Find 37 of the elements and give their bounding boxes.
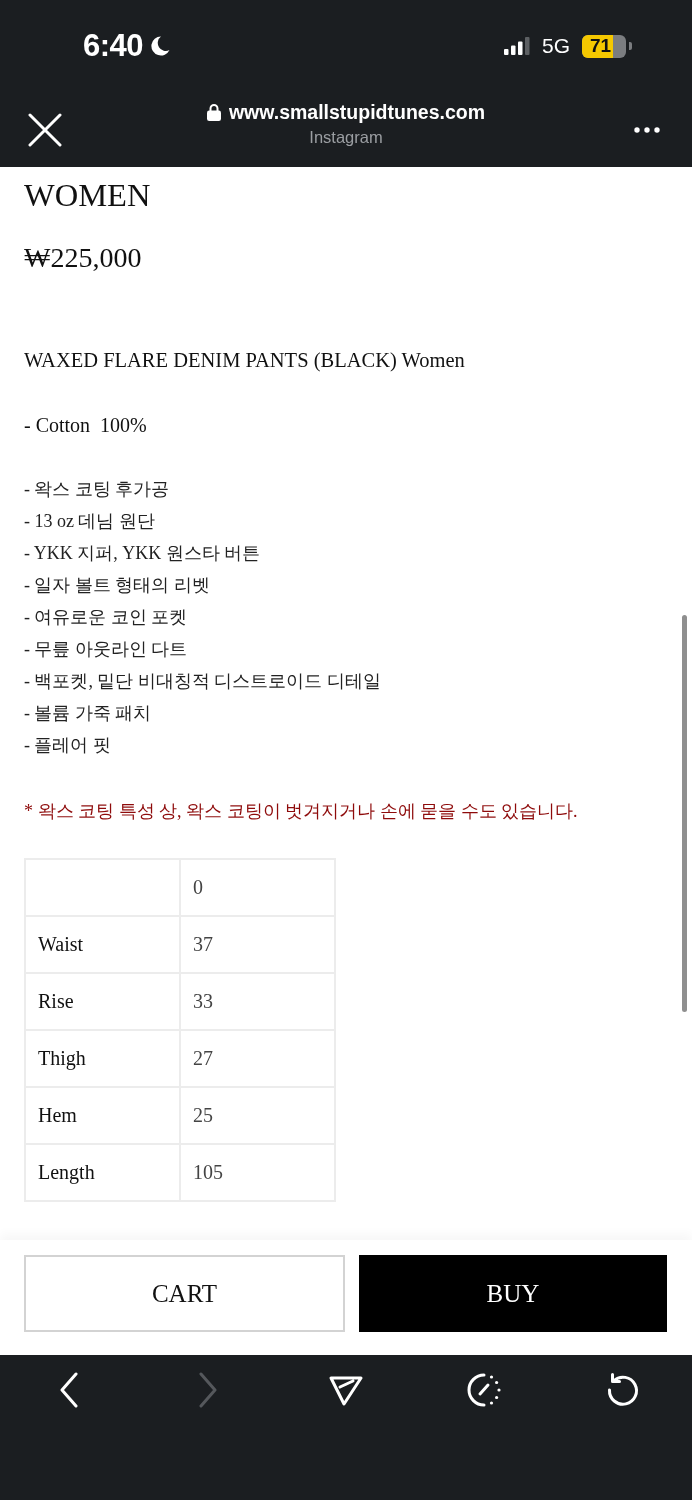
status-time: 6:40 <box>83 28 144 64</box>
row-header: Hem <box>25 1087 180 1144</box>
feature-line: - 일자 볼트 형태의 리벳 <box>24 574 210 597</box>
feature-line: - 볼륨 가죽 패치 <box>24 702 152 725</box>
row-header: Thigh <box>25 1030 180 1087</box>
signal-icon <box>504 37 530 55</box>
more-icon[interactable] <box>634 126 660 133</box>
table-cell: 105 <box>180 1144 335 1201</box>
close-icon[interactable] <box>28 112 62 147</box>
feature-line: - 13 oz 데님 원단 <box>24 510 155 533</box>
feature-line: - 백포켓, 밑단 비대칭적 디스트로이드 디테일 <box>24 670 381 693</box>
product-material: - Cotton 100% <box>24 413 148 438</box>
row-header: Rise <box>25 973 180 1030</box>
feature-line: - 무릎 아웃라인 다트 <box>24 638 188 661</box>
row-header: Waist <box>25 916 180 973</box>
table-cell: 27 <box>180 1030 335 1087</box>
timer-icon[interactable] <box>466 1372 503 1408</box>
care-notice: * 왁스 코팅 특성 상, 왁스 코팅이 벗겨지거나 손에 묻을 수도 있습니다. <box>24 800 579 823</box>
column-header: 0 <box>180 859 335 916</box>
feature-line: - 왁스 코팅 후가공 <box>24 478 170 501</box>
buy-button[interactable]: BUY <box>359 1255 667 1332</box>
product-price: ₩225,000 <box>24 242 143 274</box>
source-app: Instagram <box>309 127 383 147</box>
battery-percentage: 71 <box>590 35 612 57</box>
product-category: WOMEN <box>24 176 152 214</box>
feature-line: - 여유로운 코인 포켓 <box>24 606 188 629</box>
row-header: Length <box>25 1144 180 1201</box>
table-cell: 25 <box>180 1087 335 1144</box>
table-cell: 37 <box>180 916 335 973</box>
network-type: 5G <box>542 34 570 58</box>
cart-button[interactable]: CART <box>24 1255 345 1332</box>
feature-line: - YKK 지퍼, YKK 원스타 버튼 <box>24 542 261 565</box>
back-icon[interactable] <box>59 1372 80 1408</box>
table-cell: 33 <box>180 973 335 1030</box>
page-url: www.smallstupidtunes.com <box>228 100 486 124</box>
feature-line: - 플레어 핏 <box>24 734 111 757</box>
product-name: WAXED FLARE DENIM PANTS (BLACK) Women <box>24 348 466 373</box>
